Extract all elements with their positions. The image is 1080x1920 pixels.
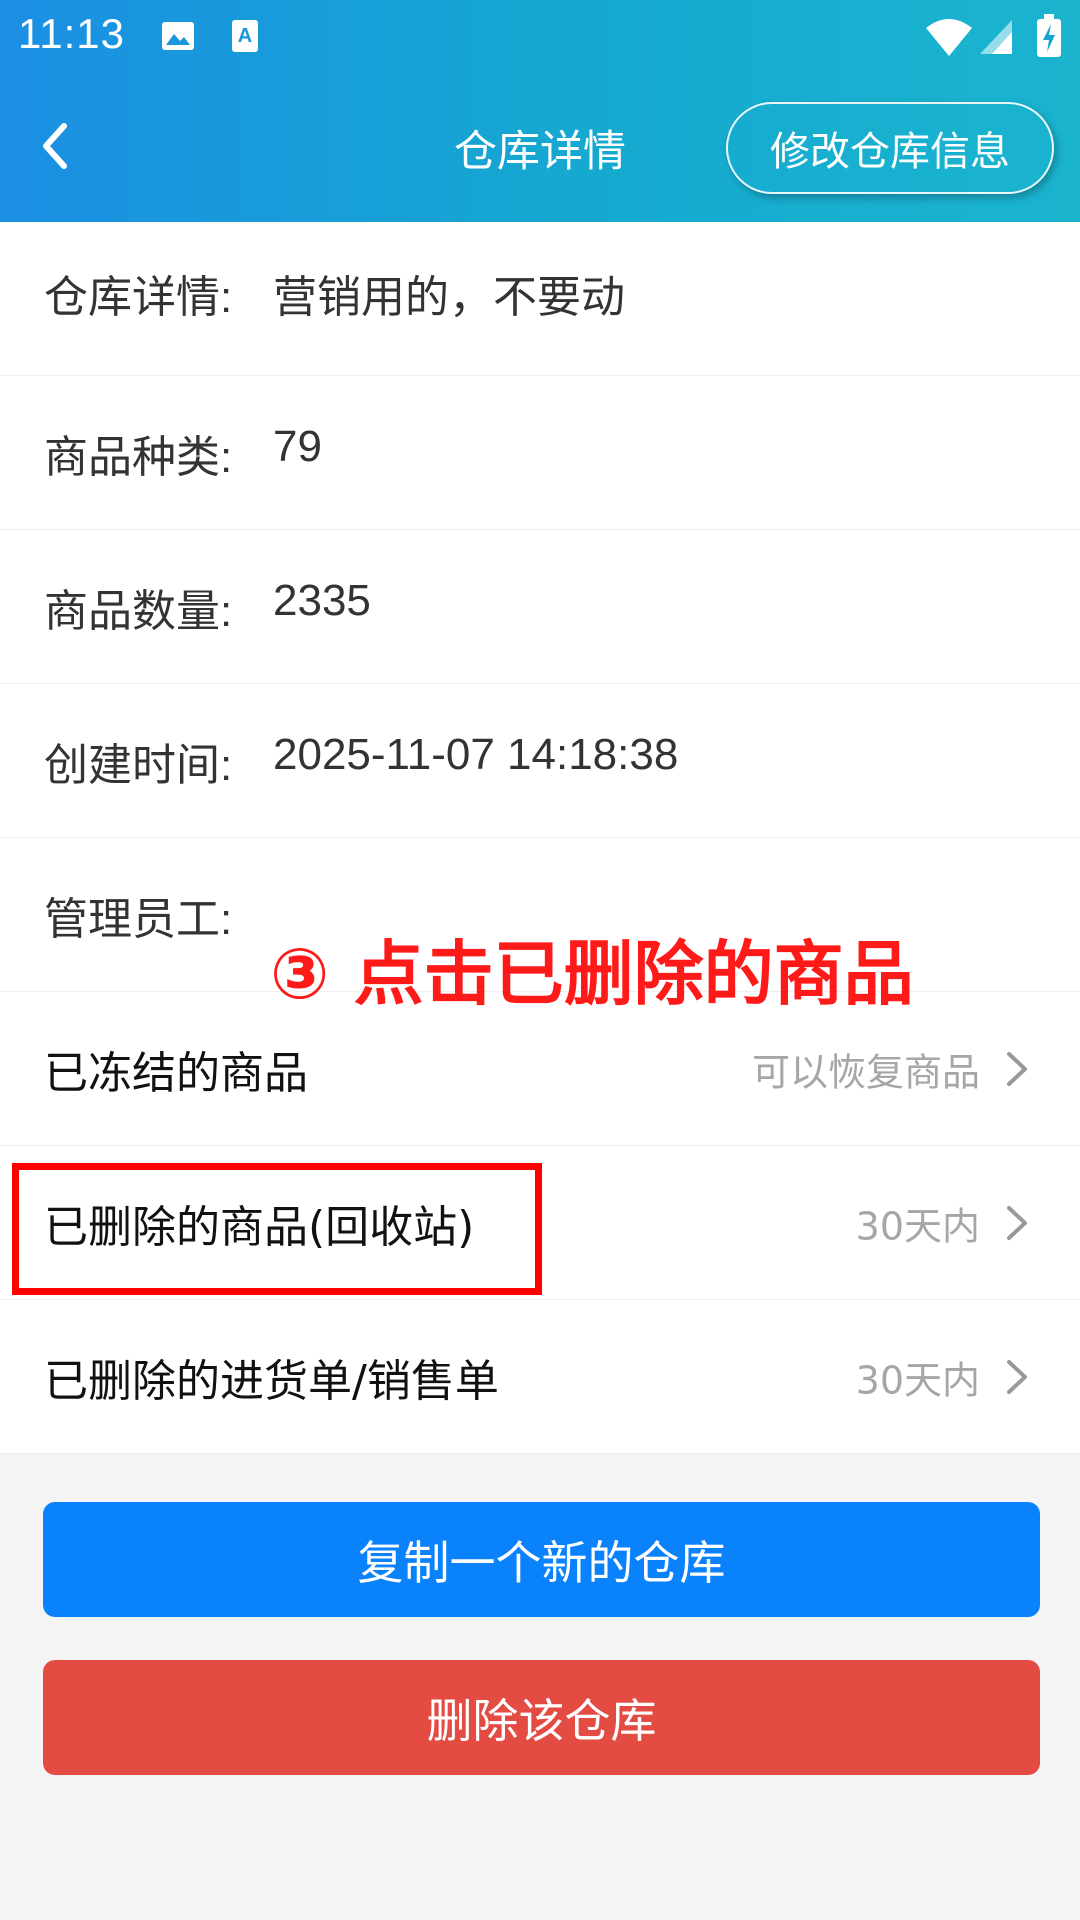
image-icon (162, 22, 194, 50)
chevron-right-icon (1007, 1051, 1027, 1086)
chevron-right-icon (1007, 1205, 1027, 1240)
info-value: 2335 (273, 575, 371, 625)
deleted-orders-row[interactable]: 已删除的进货单/销售单 30天内 (0, 1300, 1080, 1454)
app-header: 11:13 A 仓库详情 修改仓库信息 (0, 0, 1080, 222)
nav-row-hint: 可以恢复商品 (751, 1050, 980, 1094)
nav-row-label: 已冻结的商品 (44, 1047, 308, 1099)
signal-icon (980, 20, 1012, 54)
nav-row-label: 已删除的进货单/销售单 (44, 1355, 499, 1407)
battery-charging-icon (1037, 14, 1061, 57)
delete-warehouse-button[interactable]: 删除该仓库 (43, 1660, 1040, 1775)
copy-warehouse-button[interactable]: 复制一个新的仓库 (43, 1502, 1040, 1617)
status-bar: 11:13 A (0, 0, 1080, 72)
chevron-right-icon (1007, 1359, 1027, 1394)
info-value: 2025-11-07 14:18:38 (273, 729, 679, 779)
info-label: 管理员工: (44, 894, 233, 944)
tutorial-annotation: ③ 点击已删除的商品 (270, 933, 914, 1015)
edit-warehouse-button[interactable]: 修改仓库信息 (726, 102, 1054, 194)
wifi-icon (926, 19, 972, 56)
tutorial-highlight-box (12, 1163, 542, 1295)
info-row-description: 仓库详情: 营销用的，不要动 (0, 222, 1080, 376)
svg-text:A: A (238, 25, 252, 47)
text-icon: A (232, 20, 258, 52)
navigation-bar: 仓库详情 修改仓库信息 (0, 72, 1080, 222)
info-label: 商品种类: (44, 432, 233, 482)
info-label: 商品数量: (44, 586, 233, 636)
info-row-created-time: 创建时间: 2025-11-07 14:18:38 (0, 684, 1080, 838)
info-value: 营销用的，不要动 (273, 272, 625, 322)
info-row-product-quantity: 商品数量: 2335 (0, 530, 1080, 684)
info-row-product-types: 商品种类: 79 (0, 376, 1080, 530)
nav-row-hint: 30天内 (855, 1204, 980, 1248)
info-label: 仓库详情: (44, 272, 233, 322)
info-value: 79 (273, 421, 322, 471)
nav-row-hint: 30天内 (855, 1358, 980, 1402)
info-label: 创建时间: (44, 740, 233, 790)
status-time: 11:13 (18, 10, 125, 57)
